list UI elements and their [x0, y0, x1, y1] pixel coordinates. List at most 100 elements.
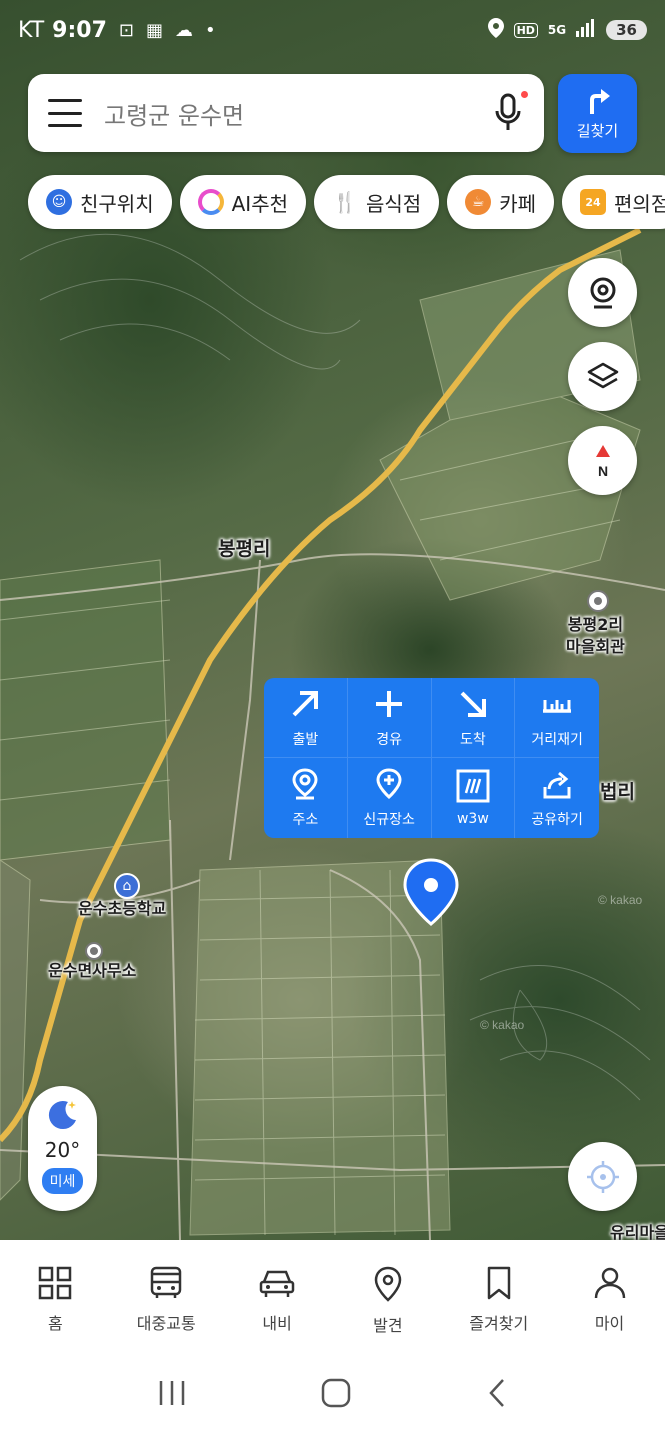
map-label-village-hall[interactable]: 봉평2리 마을회관: [566, 614, 625, 658]
bus-icon: [150, 1266, 182, 1298]
ruler-icon: [543, 699, 572, 713]
temperature-label: 20°: [44, 1138, 81, 1162]
chip-ai-recommend[interactable]: AI추천: [179, 175, 306, 229]
chip-restaurant[interactable]: 🍴 음식점: [314, 175, 440, 229]
cloud-icon: ☁: [175, 19, 194, 41]
search-bar[interactable]: 고령군 운수면: [28, 74, 544, 152]
context-label: 거리재기: [531, 731, 583, 748]
screenshot-icon: ⊡: [118, 19, 134, 41]
nav-home[interactable]: 홈: [0, 1240, 111, 1350]
network-icon: 5G: [547, 23, 567, 37]
home-grid-icon: [39, 1266, 72, 1300]
map-label-school[interactable]: 운수초등학교: [78, 898, 166, 920]
chip-label: 친구위치: [80, 191, 154, 216]
context-label: 신규장소: [363, 812, 415, 828]
poi-marker[interactable]: [587, 590, 609, 612]
clock: 9:07: [52, 17, 107, 43]
chip-convenience-store[interactable]: 24 편의점: [562, 175, 665, 229]
arrive-arrow-icon: [460, 691, 486, 717]
waypoint-plus-icon: [376, 690, 403, 717]
nav-navigation[interactable]: 내비: [222, 1240, 333, 1350]
weather-widget[interactable]: 20° 미세: [28, 1086, 97, 1211]
car-icon: [259, 1270, 295, 1297]
menu-icon[interactable]: [48, 99, 82, 127]
chip-label: 편의점: [614, 191, 665, 216]
back-icon[interactable]: [485, 1377, 509, 1413]
nav-label: 내비: [262, 1314, 292, 1333]
new-place-pin-icon: [376, 768, 402, 800]
directions-button[interactable]: 길찾기: [558, 74, 637, 153]
nav-label: 발견: [373, 1316, 403, 1335]
nav-label: 즐겨찾기: [469, 1314, 529, 1333]
context-label: 경유: [376, 731, 402, 748]
nav-my[interactable]: 마이: [554, 1240, 665, 1350]
microphone-icon[interactable]: [492, 91, 528, 133]
context-w3w-button[interactable]: w3w: [432, 758, 516, 838]
context-label: 도착: [459, 731, 486, 748]
chip-label: AI추천: [231, 191, 288, 216]
status-bar: KT 9:07 ⊡ ▦ ☁ • HD 5G 36: [0, 0, 665, 60]
chip-label: 카페: [499, 191, 537, 216]
map-watermark: © kakao: [480, 1018, 525, 1032]
calendar-icon: ▦: [146, 19, 164, 41]
notification-dot-icon: •: [205, 19, 216, 41]
nav-discover[interactable]: 발견: [332, 1240, 443, 1350]
location-icon: [487, 18, 504, 42]
cafe-icon: ☕: [465, 189, 492, 215]
cctv-button[interactable]: [568, 258, 637, 327]
cctv-camera-icon: [590, 277, 615, 308]
map-label-beopri[interactable]: 법리: [600, 777, 635, 804]
nav-transit[interactable]: 대중교통: [111, 1240, 222, 1350]
address-pin-icon: [292, 768, 318, 800]
context-label: 주소: [292, 812, 319, 828]
convenience-store-icon: 24: [580, 189, 607, 215]
chip-cafe[interactable]: ☕ 카페: [447, 175, 555, 229]
context-measure-button[interactable]: 거리재기: [515, 678, 599, 758]
nav-favorites[interactable]: 즐겨찾기: [443, 1240, 554, 1350]
battery-icon: 36: [606, 20, 647, 40]
context-address-button[interactable]: 주소: [264, 758, 348, 838]
ai-ring-icon: [197, 189, 224, 215]
layers-icon: [587, 362, 618, 388]
fine-dust-badge: 미세: [41, 1168, 84, 1194]
chip-label: 음식점: [366, 191, 422, 216]
map-label-bongpyeong[interactable]: 봉평리: [218, 534, 270, 561]
poi-marker[interactable]: [85, 942, 103, 960]
map-label-yuri[interactable]: 유리마을: [610, 1222, 665, 1240]
context-label: 공유하기: [531, 812, 583, 828]
context-label: 출발: [292, 731, 319, 748]
bottom-navigation: 홈 대중교통 내비 발견 즐겨찾기 마이: [0, 1240, 665, 1350]
school-icon[interactable]: ⌂: [114, 873, 140, 899]
context-share-button[interactable]: 공유하기: [515, 758, 599, 838]
w3w-icon: [456, 769, 490, 803]
category-chips: ☺ 친구위치 AI추천 🍴 음식점 ☕ 카페 24 편의점: [28, 175, 665, 229]
crosshair-icon: [586, 1160, 619, 1193]
map-watermark: © kakao: [598, 893, 643, 907]
my-location-button[interactable]: [568, 1142, 637, 1211]
selected-location-pin-icon[interactable]: [403, 858, 459, 930]
restaurant-icon: 🍴: [332, 190, 358, 214]
moon-icon: [48, 1101, 76, 1130]
layers-button[interactable]: [568, 342, 637, 411]
compass-north-icon: N: [595, 444, 610, 479]
location-pin-icon: [374, 1266, 402, 1302]
nav-label: 대중교통: [136, 1314, 196, 1333]
context-label: w3w: [456, 811, 489, 827]
directions-label: 길찾기: [576, 122, 619, 140]
chip-friend-location[interactable]: ☺ 친구위치: [28, 175, 172, 229]
search-input[interactable]: 고령군 운수면: [104, 96, 492, 131]
system-navigation-bar: [0, 1350, 665, 1440]
context-new-place-button[interactable]: 신규장소: [348, 758, 432, 838]
signal-icon: [576, 19, 596, 41]
map-label-office[interactable]: 운수면사무소: [48, 960, 136, 982]
compass-button[interactable]: N: [568, 426, 637, 495]
bookmark-icon: [487, 1266, 510, 1300]
hd-icon: HD: [513, 22, 538, 38]
context-waypoint-button[interactable]: 경유: [347, 678, 432, 758]
directions-arrow-icon: [589, 89, 610, 114]
home-icon[interactable]: [320, 1377, 352, 1413]
nav-label: 마이: [594, 1314, 625, 1333]
context-arrive-button[interactable]: 도착: [431, 678, 516, 758]
recent-apps-icon[interactable]: [157, 1379, 187, 1411]
context-start-button[interactable]: 출발: [264, 678, 348, 758]
